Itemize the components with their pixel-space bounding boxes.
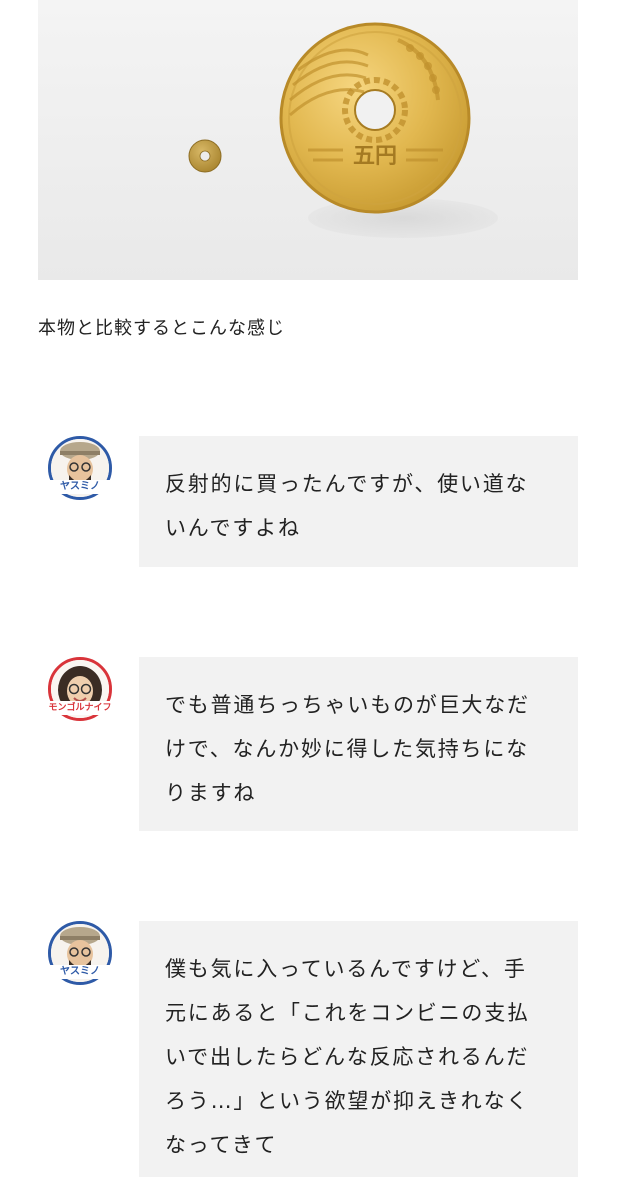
chat-message: ヤスミノ 僕も気に入っているんですけど、手 元にあると「これをコンビニの支払 い… — [38, 921, 578, 1177]
speech-bubble: 反射的に買ったんですが、使い道な いんですよね — [139, 436, 578, 567]
avatar: ヤスミノ — [44, 436, 116, 500]
message-line: 僕も気に入っているんですけど、手 — [165, 957, 527, 981]
large-coin: 五円 — [279, 22, 471, 214]
coin-denomination-label: 五円 — [353, 144, 397, 169]
message-line: りますね — [165, 781, 257, 805]
message-line: いんですよね — [165, 516, 301, 540]
message-line: ろう…」という欲望が抑えきれなく — [165, 1089, 530, 1113]
message-line: 元にあると「これをコンビニの支払 — [165, 1001, 530, 1025]
small-coin — [188, 139, 222, 173]
speaker-name: モンゴルナイフ — [44, 701, 116, 715]
message-line: でも普通ちっちゃいものが巨大なだ — [165, 693, 530, 717]
message-line: いで出したらどんな反応されるんだ — [165, 1045, 530, 1069]
speaker-name: ヤスミノ — [44, 965, 116, 979]
coin-comparison-photo: 五円 — [38, 0, 578, 280]
message-line: けで、なんか妙に得した気持ちにな — [165, 737, 529, 761]
message-line: 反射的に買ったんですが、使い道な — [165, 472, 529, 496]
chat-message: ヤスミノ 反射的に買ったんですが、使い道な いんですよね — [38, 436, 578, 567]
speech-bubble: でも普通ちっちゃいものが巨大なだ けで、なんか妙に得した気持ちにな りますね — [139, 657, 578, 831]
coins-illustration: 五円 — [188, 22, 471, 214]
avatar: モンゴルナイフ — [44, 657, 116, 721]
message-line: なってきて — [165, 1133, 278, 1157]
chat-message: モンゴルナイフ でも普通ちっちゃいものが巨大なだ けで、なんか妙に得した気持ちに… — [38, 657, 578, 831]
speech-bubble: 僕も気に入っているんですけど、手 元にあると「これをコンビニの支払 いで出したら… — [139, 921, 578, 1177]
speaker-name: ヤスミノ — [44, 480, 116, 494]
photo-caption: 本物と比較するとこんな感じ — [38, 318, 285, 339]
avatar: ヤスミノ — [44, 921, 116, 985]
